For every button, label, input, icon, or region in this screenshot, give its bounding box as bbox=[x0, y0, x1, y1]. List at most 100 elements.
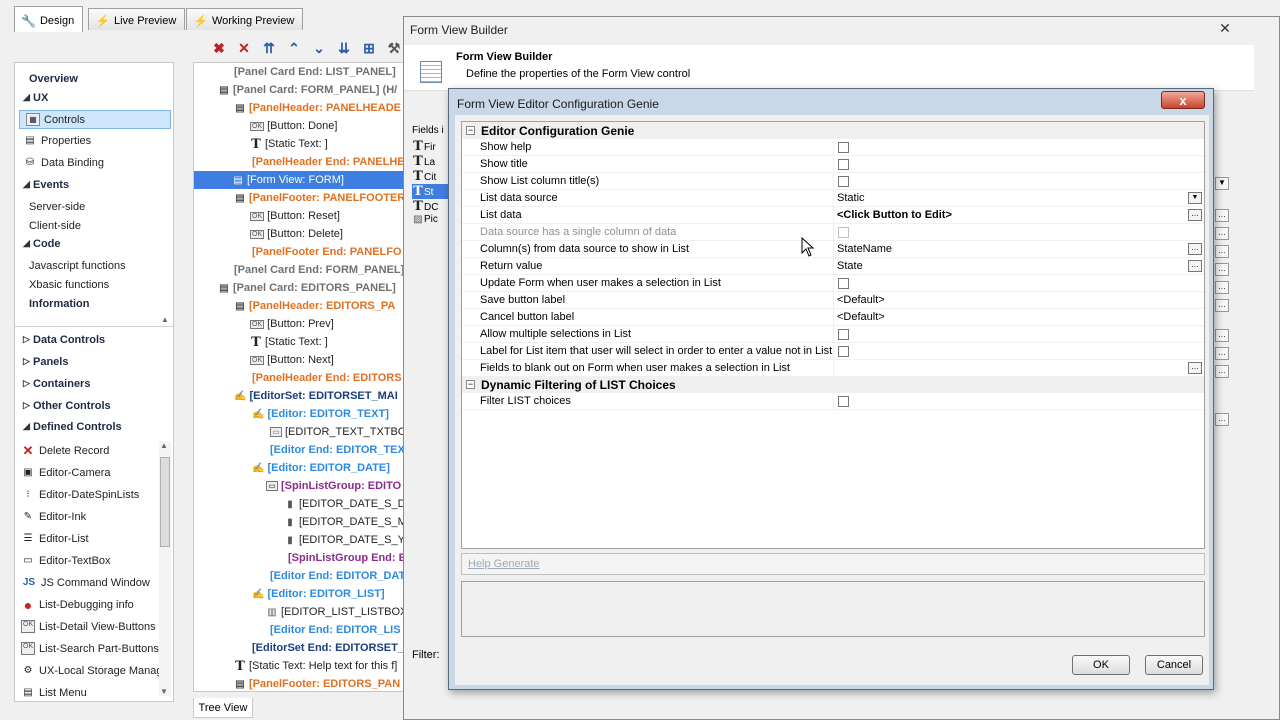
tree-node[interactable]: ▭ [SpinListGroup: EDITO bbox=[266, 477, 401, 495]
tree-node[interactable]: [PanelFooter End: PANELFO bbox=[252, 243, 402, 261]
ellipsis-button[interactable]: … bbox=[1215, 347, 1229, 360]
nav-events[interactable]: ◢ Events bbox=[15, 175, 173, 194]
property-row[interactable]: Column(s) from data source to show in Li… bbox=[462, 241, 1204, 258]
scroll-thumb[interactable] bbox=[160, 457, 170, 547]
move-bottom-icon[interactable]: ⇊ bbox=[335, 39, 353, 57]
tree-node[interactable]: ▮ [EDITOR_DATE_S_DA bbox=[284, 495, 404, 513]
tree-node[interactable]: OK [Button: Delete] bbox=[250, 225, 343, 243]
wrench-icon[interactable]: ⚒ bbox=[385, 39, 403, 57]
nav-containers[interactable]: ▷ Containers bbox=[15, 374, 173, 393]
ellipsis-button[interactable]: … bbox=[1215, 413, 1229, 426]
field-item[interactable]: ▨Pic bbox=[412, 214, 452, 225]
tree-node[interactable]: OK [Button: Next] bbox=[250, 351, 334, 369]
property-row[interactable]: Update Form when user makes a selection … bbox=[462, 275, 1204, 292]
checkbox[interactable] bbox=[838, 395, 849, 407]
checkbox[interactable] bbox=[838, 141, 849, 153]
collapse-icon[interactable]: − bbox=[466, 380, 475, 389]
tree-node[interactable]: ✍ [Editor: EDITOR_DATE] bbox=[252, 459, 390, 477]
nav-xbasic-functions[interactable]: Xbasic functions bbox=[15, 275, 173, 294]
property-row[interactable]: Cancel button label <Default> bbox=[462, 309, 1204, 326]
ellipsis-button[interactable]: … bbox=[1215, 281, 1229, 294]
nav-data-controls[interactable]: ▷ Data Controls bbox=[15, 330, 173, 349]
move-top-icon[interactable]: ⇈ bbox=[260, 39, 278, 57]
scroll-up-icon[interactable]: ▲ bbox=[160, 441, 168, 450]
field-item[interactable]: TCit bbox=[412, 169, 452, 184]
tree-node-selected[interactable]: ▤ [Form View: FORM] bbox=[194, 171, 404, 189]
property-value[interactable]: StateName bbox=[837, 243, 892, 255]
nav-data-binding[interactable]: ⛁ Data Binding bbox=[15, 153, 173, 172]
defined-item[interactable]: ✕ Delete Record bbox=[15, 441, 173, 460]
close-button[interactable]: x bbox=[1161, 91, 1205, 109]
defined-item[interactable]: ▤ List Menu bbox=[15, 683, 173, 701]
tree-node[interactable]: ▮ [EDITOR_DATE_S_M bbox=[284, 513, 404, 531]
ellipsis-button[interactable]: … bbox=[1215, 299, 1229, 312]
tree-node[interactable]: ✍ [Editor: EDITOR_TEXT] bbox=[252, 405, 389, 423]
ellipsis-button[interactable]: … bbox=[1188, 243, 1202, 255]
tree-node[interactable]: OK [Button: Prev] bbox=[250, 315, 334, 333]
property-value[interactable]: <Default> bbox=[837, 294, 885, 306]
tab-live-preview[interactable]: ⚡ Live Preview bbox=[88, 8, 186, 30]
nav-controls[interactable]: ▦ Controls bbox=[19, 110, 171, 129]
property-value[interactable]: <Click Button to Edit> bbox=[837, 209, 952, 221]
tree-node[interactable]: [Editor End: EDITOR_TEX bbox=[270, 441, 404, 459]
nav-other-controls[interactable]: ▷ Other Controls bbox=[15, 396, 173, 415]
dropdown-icon[interactable]: ▼ bbox=[1188, 192, 1202, 204]
ellipsis-button[interactable]: … bbox=[1215, 227, 1229, 240]
property-value[interactable]: <Default> bbox=[837, 311, 885, 323]
property-row[interactable]: Show List column title(s) bbox=[462, 173, 1204, 190]
scrollbar[interactable]: ▲ ▼ bbox=[159, 441, 171, 696]
tree-node[interactable]: [Panel Card End: LIST_PANEL] bbox=[234, 63, 396, 81]
tab-working-preview[interactable]: ⚡ Working Preview bbox=[186, 8, 304, 30]
property-row[interactable]: Return value State … bbox=[462, 258, 1204, 275]
tree-node[interactable]: ▤ [Panel Card: EDITORS_PANEL] bbox=[218, 279, 396, 297]
tree-node[interactable]: OK [Button: Reset] bbox=[250, 207, 340, 225]
tree-node[interactable]: ▤ [PanelFooter: PANELFOOTER bbox=[234, 189, 404, 207]
move-up-icon[interactable]: ⌃ bbox=[285, 39, 303, 57]
property-row[interactable]: Fields to blank out on Form when user ma… bbox=[462, 360, 1204, 377]
property-row[interactable]: Show title bbox=[462, 156, 1204, 173]
ellipsis-button[interactable]: … bbox=[1188, 362, 1202, 374]
defined-item[interactable]: ☰ Editor-List bbox=[15, 529, 173, 548]
tree-node[interactable]: ▥ [EDITOR_LIST_LISTBOX] bbox=[266, 603, 404, 621]
field-item[interactable]: TDC bbox=[412, 199, 452, 214]
checkbox[interactable] bbox=[838, 158, 849, 170]
property-value[interactable]: Static bbox=[837, 192, 865, 204]
field-item[interactable]: TFir bbox=[412, 139, 452, 154]
tree-node[interactable]: ▤ [PanelHeader: PANELHEADE bbox=[234, 99, 401, 117]
nav-information[interactable]: Information bbox=[15, 294, 173, 313]
field-item[interactable]: TLa bbox=[412, 154, 452, 169]
property-row[interactable]: Label for List item that user will selec… bbox=[462, 343, 1204, 360]
property-row[interactable]: Filter LIST choices bbox=[462, 393, 1204, 410]
tree-node[interactable]: [Editor End: EDITOR_DAT bbox=[270, 567, 404, 585]
delete-x-icon[interactable]: ✖ bbox=[210, 39, 228, 57]
nav-panels[interactable]: ▷ Panels bbox=[15, 352, 173, 371]
nav-code[interactable]: ◢ Code bbox=[15, 234, 173, 253]
ellipsis-button[interactable]: … bbox=[1215, 329, 1229, 342]
tree-node[interactable]: T [Static Text: ] bbox=[250, 135, 328, 153]
defined-item[interactable]: ● List-Debugging info bbox=[15, 595, 173, 614]
delete-icon[interactable]: ✕ bbox=[235, 39, 253, 57]
ellipsis-button[interactable]: … bbox=[1215, 245, 1229, 258]
defined-item[interactable]: ✎ Editor-Ink bbox=[15, 507, 173, 526]
field-item-selected[interactable]: TSt bbox=[412, 184, 452, 199]
dropdown-button[interactable]: ▼ bbox=[1215, 177, 1229, 190]
tree-node[interactable]: OK [Button: Done] bbox=[250, 117, 337, 135]
property-row[interactable]: List data source Static ▼ bbox=[462, 190, 1204, 207]
nav-server-side[interactable]: Server-side bbox=[15, 197, 173, 216]
defined-item[interactable]: ⁝ Editor-DateSpinLists bbox=[15, 485, 173, 504]
defined-item[interactable]: OK List-Detail View-Buttons bbox=[15, 617, 173, 636]
tree-node[interactable]: ▤ [PanelHeader: EDITORS_PA bbox=[234, 297, 395, 315]
category-editor-genie[interactable]: − Editor Configuration Genie bbox=[462, 122, 1204, 139]
tree-node[interactable]: ✍ [Editor: EDITOR_LIST] bbox=[252, 585, 385, 603]
property-row[interactable]: Allow multiple selections in List bbox=[462, 326, 1204, 343]
nav-ux[interactable]: ◢ UX bbox=[15, 88, 173, 107]
property-value[interactable]: State bbox=[837, 260, 863, 272]
tree-node[interactable]: ✍ [EditorSet: EDITORSET_MAI bbox=[234, 387, 398, 405]
tree-node[interactable]: ▤ [Panel Card: FORM_PANEL] (H/ bbox=[218, 81, 397, 99]
tree-node[interactable]: T [Static Text: Help text for this f] bbox=[234, 657, 397, 675]
tree-node[interactable]: [Editor End: EDITOR_LIS bbox=[270, 621, 401, 639]
tree-node[interactable]: [PanelHeader End: PANELHE bbox=[252, 153, 404, 171]
defined-item[interactable]: ⚙ UX-Local Storage Manage bbox=[15, 661, 173, 680]
tree-node[interactable]: [SpinListGroup End: E bbox=[288, 549, 404, 567]
defined-item[interactable]: JS JS Command Window bbox=[15, 573, 173, 592]
